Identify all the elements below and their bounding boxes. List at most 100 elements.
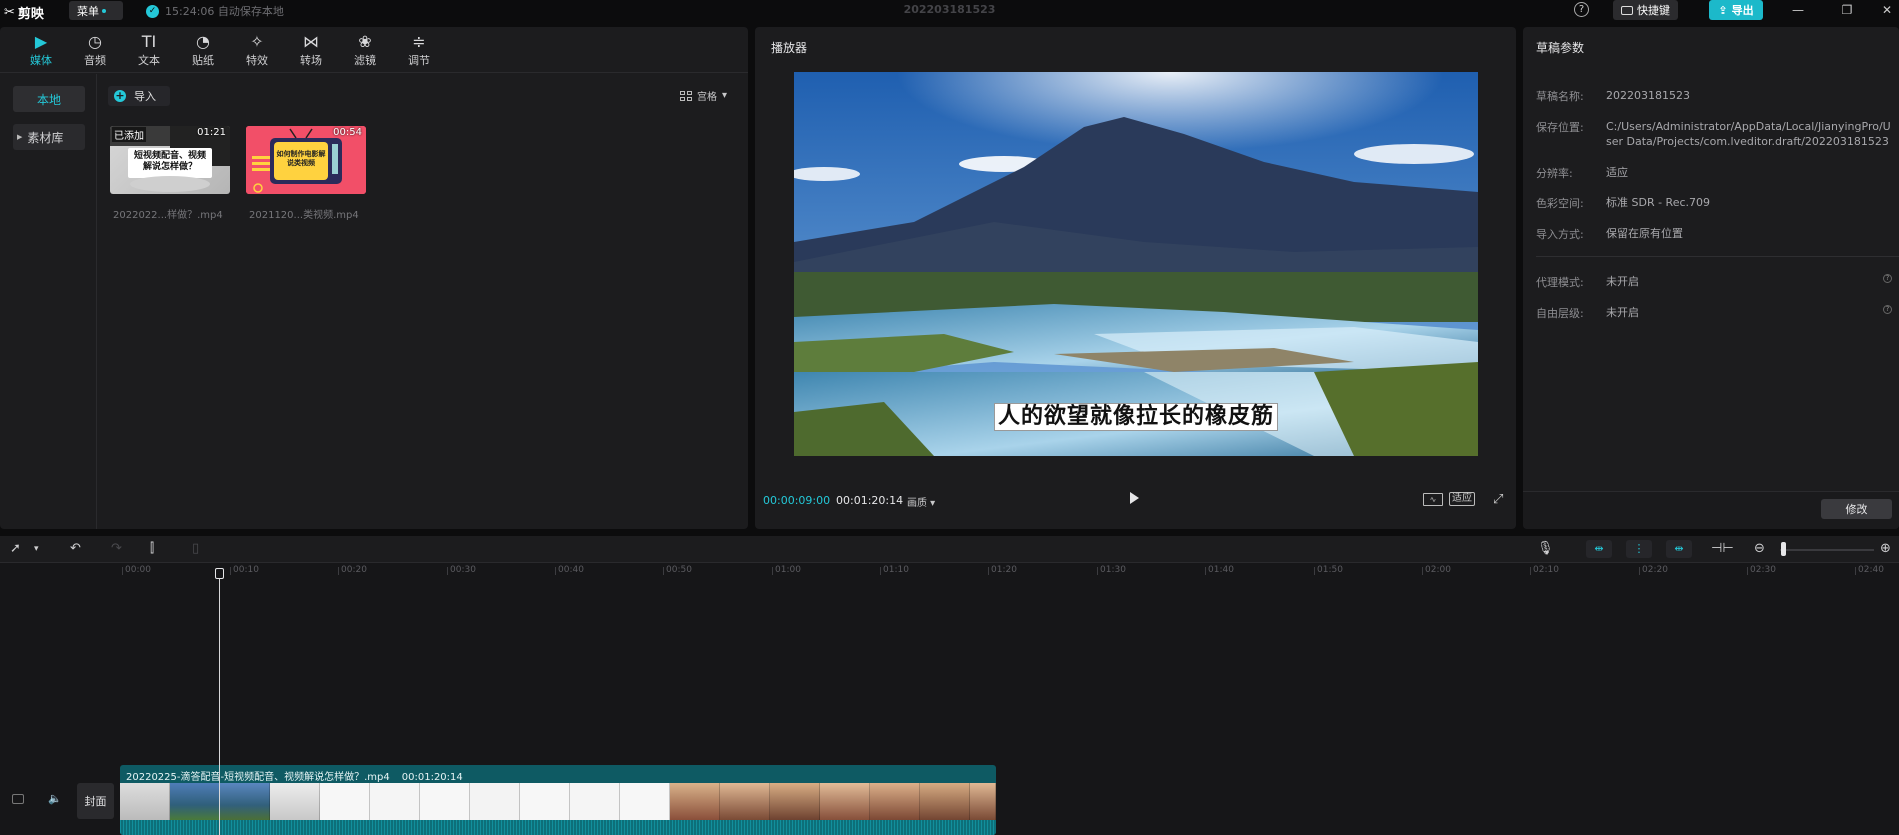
player-header: 播放器 <box>755 27 1516 59</box>
quality-dropdown[interactable]: 画质 ▾ <box>907 494 935 509</box>
audio-waveform <box>120 820 996 835</box>
ruler-tick: 01:40 <box>1205 565 1234 575</box>
fullscreen-icon[interactable]: ⤢ <box>1493 492 1503 507</box>
draft-name-label: 草稿名称: <box>1536 90 1584 103</box>
nav-local[interactable]: 本地 <box>13 86 85 112</box>
ruler-tick: 02:00 <box>1422 565 1451 575</box>
tab-label: 文本 <box>138 54 160 67</box>
delete-icon[interactable]: ▯ <box>192 541 199 556</box>
play-icon[interactable] <box>1130 492 1139 504</box>
media-tabs: ▶ 媒体 ◷ 音频 TI 文本 ◔ 贴纸 ✧ 特效 ⋈ 转场 ❀ 滤镜 ≑ 调节 <box>0 27 748 73</box>
nav-library-label: 素材库 <box>27 130 64 145</box>
split-icon[interactable]: ⫿ <box>150 541 154 556</box>
close-icon[interactable]: ✕ <box>1877 1 1897 19</box>
keyboard-icon <box>1621 5 1633 15</box>
draft-title: 草稿参数 <box>1536 41 1585 55</box>
shortcut-label: 快捷键 <box>1637 4 1670 17</box>
playhead-line[interactable] <box>219 572 220 835</box>
speaker-icon[interactable]: 🔈 <box>48 792 62 805</box>
added-badge: 已添加 <box>112 127 146 142</box>
view-toggle[interactable]: 宫格 ▾ <box>680 88 727 103</box>
ratio-button[interactable]: 适应 <box>1449 492 1475 506</box>
zoom-slider-track[interactable] <box>1780 549 1874 551</box>
proxy-mode-value: 未开启 <box>1606 275 1639 288</box>
chevron-down-icon: ▾ <box>722 90 728 101</box>
playhead-handle[interactable] <box>215 568 224 579</box>
link-toggle-icon[interactable]: ⇹ <box>1586 540 1612 558</box>
plus-icon: + <box>114 89 126 102</box>
snap-toggle-icon[interactable]: ⋮ <box>1626 540 1652 558</box>
redo-icon[interactable]: ↷ <box>111 541 122 556</box>
zoom-slider-handle[interactable] <box>1781 542 1786 556</box>
ruler-tick: 01:00 <box>772 565 801 575</box>
restore-icon[interactable]: ❐ <box>1837 1 1857 19</box>
help-icon[interactable]: ? <box>1574 2 1589 17</box>
info-icon[interactable]: ? <box>1883 305 1892 314</box>
undo-icon[interactable]: ↶ <box>70 541 81 556</box>
tab-label: 贴纸 <box>192 54 214 67</box>
ruler-tick: 02:30 <box>1747 565 1776 575</box>
cover-button[interactable]: 封面 <box>77 783 114 819</box>
import-mode-label: 导入方式: <box>1536 228 1584 241</box>
tab-transition[interactable]: ⋈ 转场 <box>284 27 338 72</box>
align-icon[interactable]: ⊣⊢ <box>1711 541 1734 556</box>
info-icon[interactable]: ? <box>1883 274 1892 283</box>
resolution-label: 分辨率: <box>1536 167 1573 180</box>
thumbnail-text: 短视频配音、视频解说怎样做？ <box>134 151 207 172</box>
ruler-tick: 00:00 <box>122 565 151 575</box>
minimize-icon[interactable]: — <box>1788 1 1808 19</box>
ruler-tick: 02:10 <box>1530 565 1559 575</box>
tab-audio[interactable]: ◷ 音频 <box>68 27 122 72</box>
free-layer-value: 未开启 <box>1606 306 1639 319</box>
media-item-thumbnail[interactable]: 如何制作电影解说类视频 00:54 <box>246 126 366 194</box>
select-cursor-icon[interactable]: ➚ <box>10 541 21 556</box>
video-preview[interactable]: 人的欲望就像拉长的橡皮筋 <box>794 72 1478 456</box>
edit-button[interactable]: 修改 <box>1821 499 1892 519</box>
tab-filter[interactable]: ❀ 滤镜 <box>338 27 392 72</box>
zoom-in-icon[interactable]: ⊕ <box>1880 541 1891 556</box>
tab-label: 特效 <box>246 54 268 67</box>
track-lock-icon[interactable] <box>12 794 24 804</box>
ruler-tick: 00:10 <box>230 565 259 575</box>
waveform-icon[interactable]: ∿ <box>1423 493 1443 506</box>
effects-icon: ✧ <box>250 32 264 51</box>
microphone-icon[interactable]: 🎙 <box>1537 541 1554 556</box>
clip-label: 20220225-滴答配音-短视频配音、视频解说怎样做？.mp4 00:01:20… <box>126 768 463 783</box>
preview-axis-icon[interactable]: ⇹ <box>1666 540 1692 558</box>
timeline: ➚ ▾ ↶ ↷ ⫿ ▯ 🎙 ⇹ ⋮ ⇹ ⊣⊢ ⊖ ⊕ 00:00 00:10 0… <box>0 536 1899 835</box>
view-label: 宫格 <box>697 92 717 103</box>
video-clip[interactable]: 20220225-滴答配音-短视频配音、视频解说怎样做？.mp4 00:01:20… <box>120 765 996 835</box>
clip-filmstrip <box>120 783 996 820</box>
player-title: 播放器 <box>771 41 808 55</box>
tab-text[interactable]: TI 文本 <box>122 27 176 72</box>
ruler-tick: 01:30 <box>1097 565 1126 575</box>
thumbnail-text: 如何制作电影解说类视频 <box>276 150 326 167</box>
draft-name-value: 202203181523 <box>1606 89 1690 102</box>
tab-adjust[interactable]: ≑ 调节 <box>392 27 446 72</box>
caret-right-icon: ▶ <box>17 133 23 141</box>
tab-effects[interactable]: ✧ 特效 <box>230 27 284 72</box>
time-ruler[interactable]: 00:00 00:10 00:20 00:30 00:40 00:50 01:0… <box>0 564 1899 580</box>
export-button[interactable]: ⇪ 导出 <box>1709 0 1763 20</box>
import-button[interactable]: + 导入 <box>108 86 170 106</box>
media-duration: 00:54 <box>333 127 362 138</box>
import-label: 导入 <box>134 90 156 103</box>
zoom-out-icon[interactable]: ⊖ <box>1754 541 1765 556</box>
clip-name: 20220225-滴答配音-短视频配音、视频解说怎样做？.mp4 <box>126 772 390 783</box>
shortcut-button[interactable]: 快捷键 <box>1613 0 1678 20</box>
chevron-down-icon[interactable]: ▾ <box>34 544 39 554</box>
tab-label: 转场 <box>300 54 322 67</box>
filter-icon: ❀ <box>358 32 372 51</box>
export-icon: ⇪ <box>1718 3 1728 17</box>
tab-label: 音频 <box>84 54 106 67</box>
media-icon: ▶ <box>34 32 48 51</box>
save-location-value: C:/Users/Administrator/AppData/Local/Jia… <box>1606 120 1891 148</box>
quality-label: 画质 <box>907 498 927 509</box>
free-layer-label: 自由层级: <box>1536 307 1584 320</box>
media-item-thumbnail[interactable]: 短视频配音、视频解说怎样做？ 已添加 01:21 <box>110 126 230 194</box>
tab-sticker[interactable]: ◔ 贴纸 <box>176 27 230 72</box>
export-label: 导出 <box>1731 4 1754 17</box>
media-panel: ▶ 媒体 ◷ 音频 TI 文本 ◔ 贴纸 ✧ 特效 ⋈ 转场 ❀ 滤镜 ≑ 调节 <box>0 27 748 529</box>
tab-media[interactable]: ▶ 媒体 <box>14 27 68 72</box>
nav-library[interactable]: ▶ 素材库 <box>13 124 85 150</box>
